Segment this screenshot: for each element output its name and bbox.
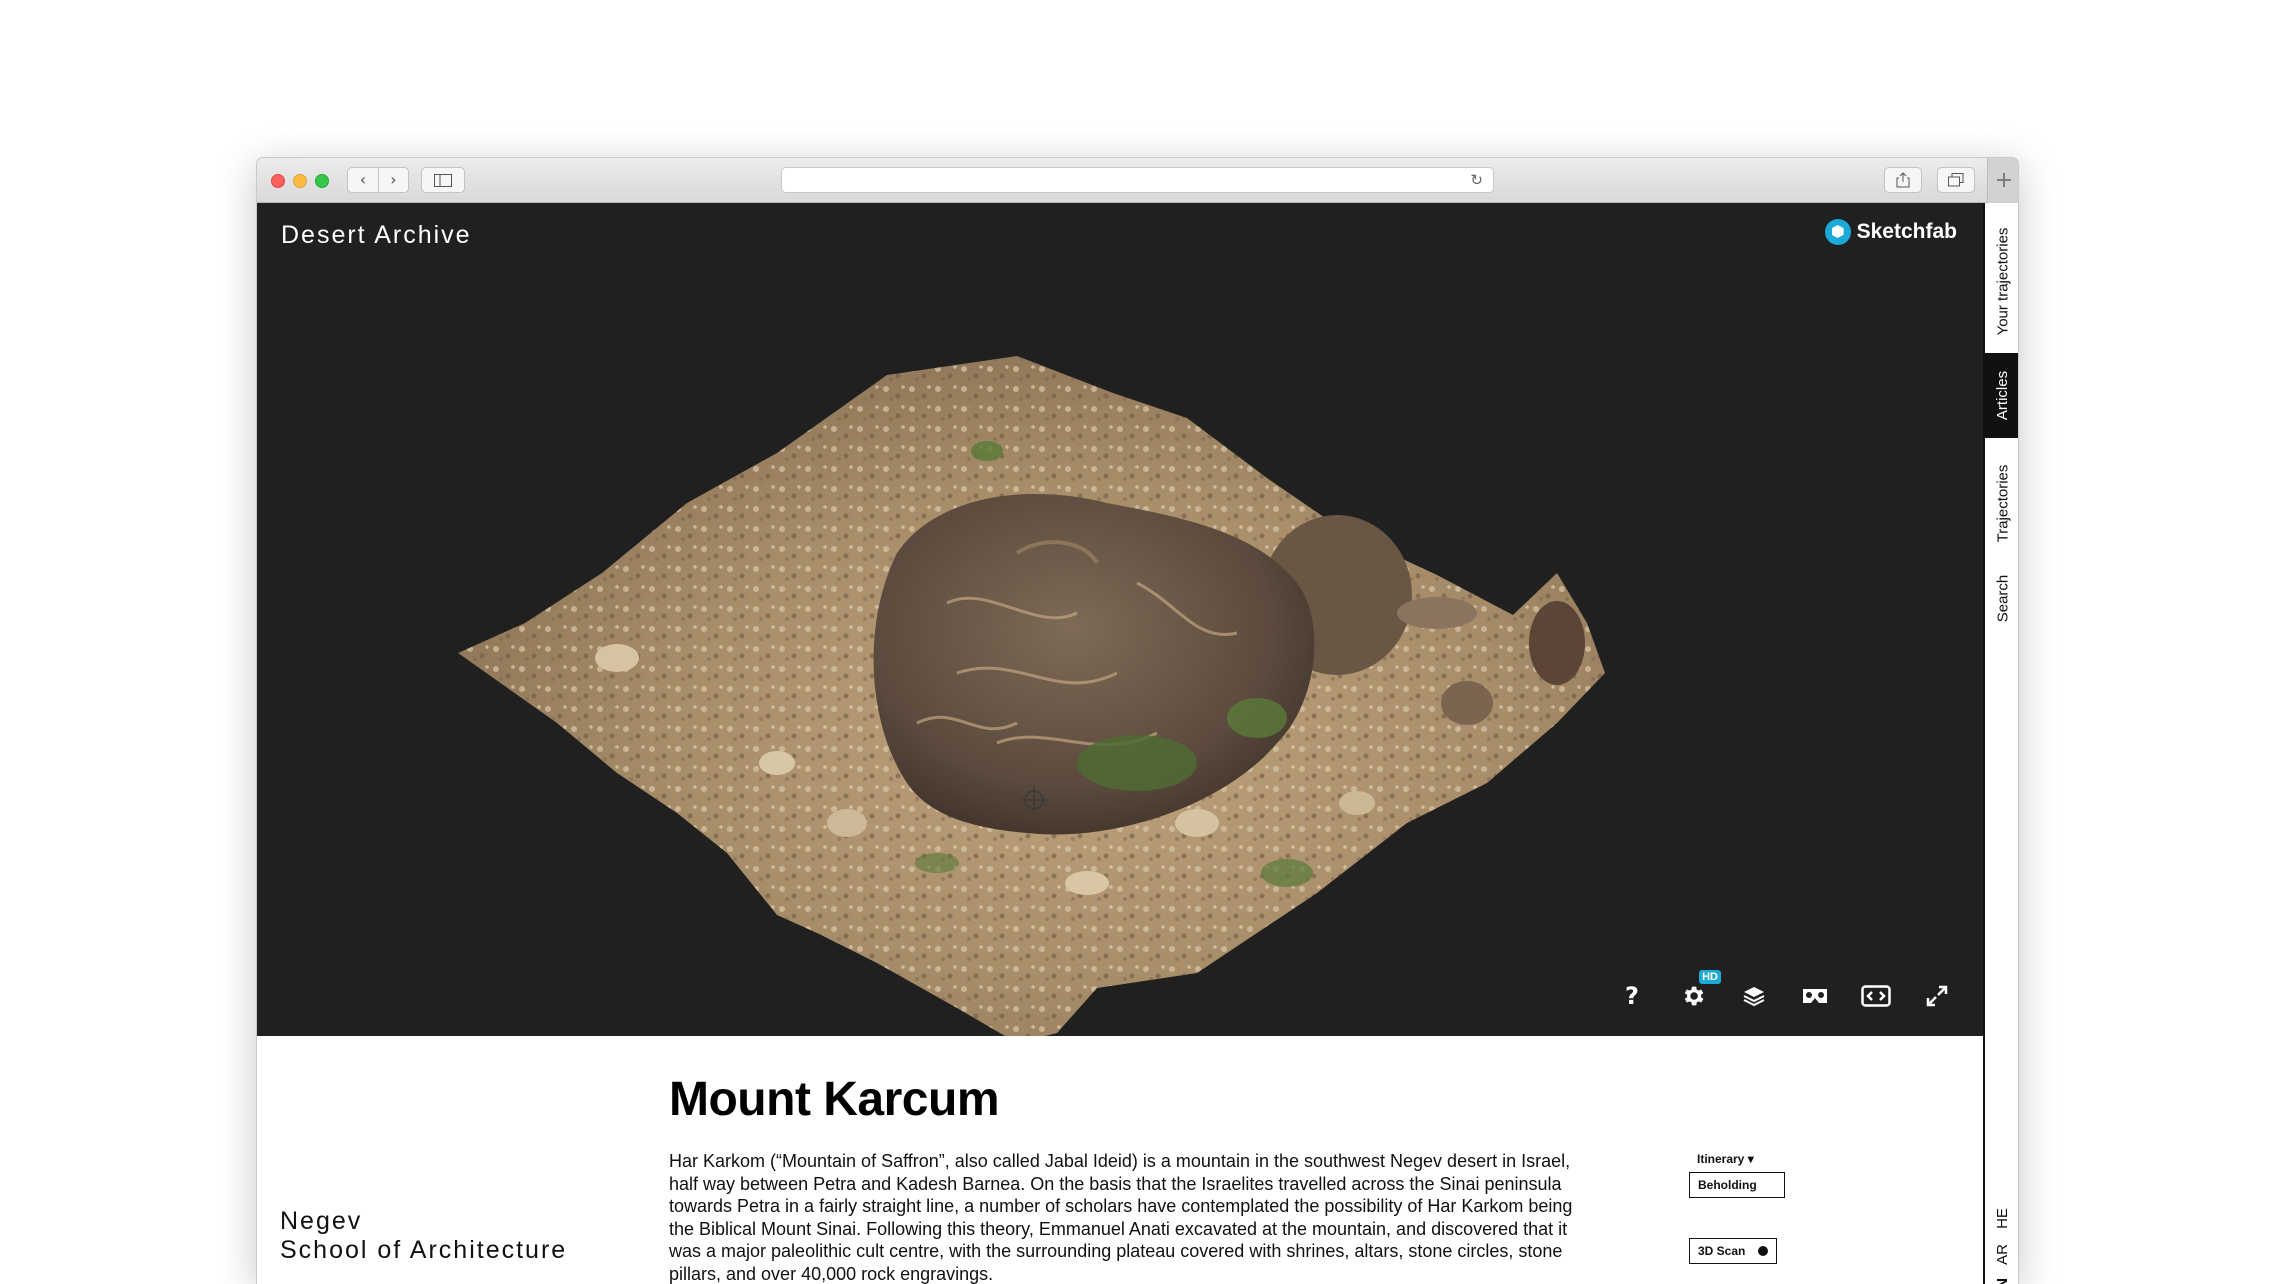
tab-label: Trajectories bbox=[1994, 464, 2011, 542]
new-tab-button[interactable]: + bbox=[1987, 158, 2018, 203]
sketchfab-label: Sketchfab bbox=[1856, 220, 1957, 243]
help-icon[interactable]: ? bbox=[1616, 980, 1648, 1012]
scan-label: 3D Scan bbox=[1698, 1244, 1746, 1258]
institution-line-2: School of Architecture bbox=[280, 1236, 568, 1264]
institution-line-1: Negev bbox=[280, 1207, 363, 1235]
expand-glyph bbox=[1926, 985, 1948, 1007]
site-title[interactable]: Desert Archive bbox=[281, 221, 472, 250]
scan-dot-icon bbox=[1758, 1246, 1768, 1256]
vertical-nav: Your trajectories Articles Trajectories … bbox=[1983, 203, 2018, 1284]
itinerary-value[interactable]: Beholding bbox=[1689, 1172, 1785, 1198]
close-window-button[interactable] bbox=[271, 174, 285, 188]
forward-icon[interactable]: › bbox=[377, 168, 408, 192]
itinerary-dropdown[interactable]: Itinerary ▾ bbox=[1697, 1152, 1785, 1166]
gear-icon bbox=[1684, 986, 1704, 1006]
layers-glyph bbox=[1743, 987, 1765, 1007]
lang-ar[interactable]: AR bbox=[1985, 1239, 2018, 1269]
layers-icon[interactable] bbox=[1738, 980, 1770, 1012]
lang-he[interactable]: HE bbox=[1985, 1203, 2018, 1233]
help-label: ? bbox=[1625, 982, 1639, 1010]
tab-your-trajectories[interactable]: Your trajectories bbox=[1985, 211, 2018, 351]
vr-glyph bbox=[1803, 989, 1827, 1003]
back-icon[interactable]: ‹ bbox=[348, 168, 378, 192]
article-section: Negev School of Architecture Mount Karcu… bbox=[257, 1036, 1983, 1284]
hd-badge: HD bbox=[1699, 970, 1721, 984]
embed-icon[interactable] bbox=[1860, 980, 1892, 1012]
tab-label: Search bbox=[1994, 574, 2011, 623]
sidebar-toggle-button[interactable] bbox=[421, 167, 465, 193]
model-viewer[interactable]: Desert Archive Sketchfab ? HD bbox=[257, 203, 1983, 1036]
browser-toolbar: ‹ › ↻ + bbox=[257, 158, 2018, 203]
tab-articles[interactable]: Articles bbox=[1985, 353, 2018, 438]
embed-glyph bbox=[1861, 985, 1891, 1007]
lang-label: EN bbox=[1994, 1278, 2011, 1284]
lang-en[interactable]: EN bbox=[1985, 1273, 2018, 1284]
settings-icon[interactable]: HD bbox=[1677, 970, 1721, 1012]
minimize-window-button[interactable] bbox=[293, 174, 307, 188]
address-bar[interactable]: ↻ bbox=[781, 167, 1494, 193]
vr-headset-icon[interactable] bbox=[1799, 980, 1831, 1012]
reload-icon[interactable]: ↻ bbox=[1470, 171, 1483, 189]
article-body: Har Karkom (“Mountain of Saffron”, also … bbox=[669, 1151, 1573, 1284]
viewer-controls: ? HD bbox=[1616, 970, 1953, 1012]
tabs-icon bbox=[1948, 173, 1964, 187]
tab-label: Articles bbox=[1994, 370, 2011, 421]
tab-trajectories[interactable]: Trajectories bbox=[1985, 448, 2018, 558]
institution-name[interactable]: Negev School of Architecture bbox=[280, 1207, 567, 1265]
article-meta: Itinerary ▾ Beholding 3D Scan bbox=[1689, 1152, 1785, 1264]
browser-window: ‹ › ↻ + Desert Archive Sketchfab ? HD Yo… bbox=[256, 157, 2019, 1284]
sketchfab-link[interactable]: Sketchfab bbox=[1824, 219, 1957, 245]
scan-toggle[interactable]: 3D Scan bbox=[1689, 1238, 1777, 1264]
lang-label: HE bbox=[1994, 1207, 2011, 1229]
zoom-window-button[interactable] bbox=[315, 174, 329, 188]
sketchfab-logo-icon bbox=[1824, 219, 1851, 245]
tab-search[interactable]: Search bbox=[1985, 561, 2018, 636]
fullscreen-icon[interactable] bbox=[1921, 980, 1953, 1012]
sidebar-icon bbox=[434, 173, 452, 187]
show-tabs-button[interactable] bbox=[1937, 167, 1975, 193]
terrain-3d-model[interactable] bbox=[257, 203, 1983, 1036]
share-icon bbox=[1896, 172, 1910, 188]
share-button[interactable] bbox=[1884, 167, 1922, 193]
history-navigation: ‹ › bbox=[347, 167, 409, 193]
article-title: Mount Karcum bbox=[669, 1073, 1000, 1126]
tab-label: Your trajectories bbox=[1994, 227, 2011, 335]
lang-label: AR bbox=[1994, 1243, 2011, 1265]
